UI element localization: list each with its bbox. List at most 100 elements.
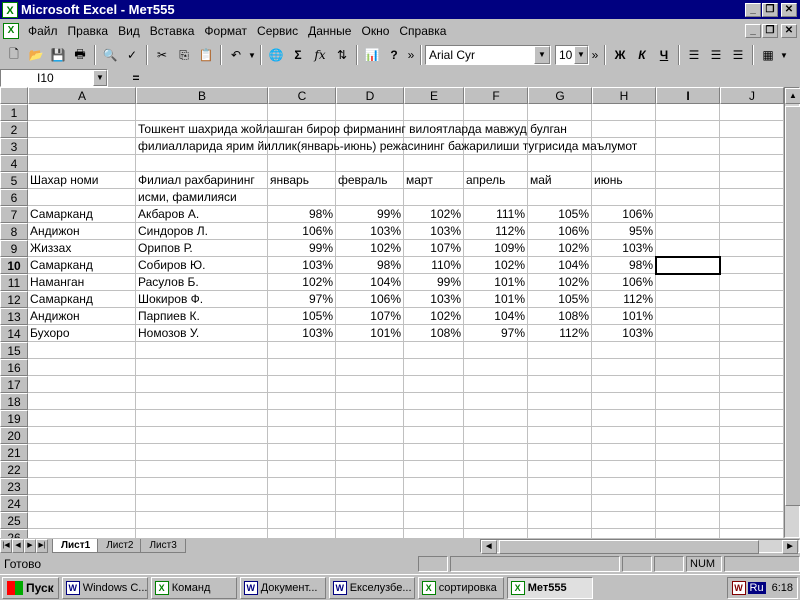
empty-cell[interactable] — [656, 121, 720, 138]
task-komand[interactable]: X Команд — [150, 576, 237, 599]
empty-cell[interactable] — [656, 444, 720, 461]
row-header-12[interactable]: 12 — [0, 291, 28, 308]
header-month[interactable]: май — [528, 172, 592, 189]
empty-cell[interactable] — [528, 529, 592, 538]
row-header-8[interactable]: 8 — [0, 223, 28, 240]
empty-cell[interactable] — [336, 478, 404, 495]
formula-input[interactable] — [164, 68, 800, 87]
empty-cell[interactable] — [656, 410, 720, 427]
empty-cell[interactable] — [28, 376, 136, 393]
empty-cell[interactable] — [656, 206, 720, 223]
header-month[interactable]: март — [404, 172, 464, 189]
empty-cell[interactable] — [336, 393, 404, 410]
empty-cell[interactable] — [720, 172, 784, 189]
row-header-25[interactable]: 25 — [0, 512, 28, 529]
empty-cell[interactable] — [336, 342, 404, 359]
task-document[interactable]: W Документ... — [239, 576, 326, 599]
empty-cell[interactable] — [592, 444, 656, 461]
empty-cell[interactable] — [464, 342, 528, 359]
row-header-7[interactable]: 7 — [0, 206, 28, 223]
empty-cell[interactable] — [336, 104, 404, 121]
header-manager-line-2[interactable]: исми, фамилияси — [136, 189, 268, 206]
empty-cell[interactable] — [592, 512, 656, 529]
empty-cell[interactable] — [268, 359, 336, 376]
manager-name-cell[interactable]: Расулов Б. — [136, 274, 268, 291]
menu-insert[interactable]: Вставка — [145, 24, 200, 38]
percent-cell[interactable]: 102% — [528, 240, 592, 257]
empty-cell[interactable] — [404, 359, 464, 376]
menu-edit[interactable]: Правка — [63, 24, 114, 38]
row-header-4[interactable]: 4 — [0, 155, 28, 172]
empty-cell[interactable] — [528, 427, 592, 444]
empty-cell[interactable] — [656, 274, 720, 291]
print-icon[interactable]: 🖶 — [69, 44, 91, 66]
column-header-b[interactable]: B — [136, 87, 268, 104]
empty-cell[interactable] — [28, 393, 136, 410]
row-header-21[interactable]: 21 — [0, 444, 28, 461]
empty-cell[interactable] — [592, 478, 656, 495]
empty-cell[interactable] — [720, 308, 784, 325]
percent-cell[interactable]: 102% — [404, 206, 464, 223]
row-header-15[interactable]: 15 — [0, 342, 28, 359]
city-cell[interactable]: Наманган — [28, 274, 136, 291]
more-buttons-icon[interactable]: » — [405, 44, 417, 66]
empty-cell[interactable] — [528, 155, 592, 172]
empty-cell[interactable] — [592, 376, 656, 393]
empty-cell[interactable] — [464, 529, 528, 538]
percent-cell[interactable]: 107% — [336, 308, 404, 325]
empty-cell[interactable] — [28, 359, 136, 376]
web-icon[interactable]: 🌐 — [265, 44, 287, 66]
empty-cell[interactable] — [656, 325, 720, 342]
empty-cell[interactable] — [528, 410, 592, 427]
percent-cell[interactable]: 110% — [404, 257, 464, 274]
empty-cell[interactable] — [592, 342, 656, 359]
empty-cell[interactable] — [404, 342, 464, 359]
percent-cell[interactable]: 106% — [268, 223, 336, 240]
horizontal-scrollbar[interactable]: ◀ ▶ — [479, 539, 800, 554]
percent-cell[interactable]: 101% — [464, 291, 528, 308]
formula-equals-sign[interactable]: = — [108, 71, 164, 85]
empty-cell[interactable] — [404, 495, 464, 512]
empty-cell[interactable] — [592, 189, 656, 206]
percent-cell[interactable]: 106% — [592, 206, 656, 223]
empty-cell[interactable] — [404, 393, 464, 410]
scroll-up-icon[interactable]: ▲ — [785, 88, 800, 104]
header-month[interactable]: апрель — [464, 172, 528, 189]
empty-cell[interactable] — [268, 342, 336, 359]
empty-cell[interactable] — [336, 529, 404, 538]
prev-sheet-icon[interactable]: ◀ — [12, 539, 24, 553]
empty-cell[interactable] — [136, 342, 268, 359]
column-header-i[interactable]: I — [656, 87, 720, 104]
clock[interactable]: 6:18 — [772, 582, 793, 594]
empty-cell[interactable] — [464, 376, 528, 393]
empty-cell[interactable] — [404, 478, 464, 495]
percent-cell[interactable]: 112% — [464, 223, 528, 240]
vertical-scrollbar[interactable]: ▲ — [784, 87, 800, 538]
empty-cell[interactable] — [464, 393, 528, 410]
row-header-10[interactable]: 10 — [0, 257, 28, 274]
empty-cell[interactable] — [720, 359, 784, 376]
empty-cell[interactable] — [28, 138, 136, 155]
empty-cell[interactable] — [404, 444, 464, 461]
empty-cell[interactable] — [28, 189, 136, 206]
row-header-13[interactable]: 13 — [0, 308, 28, 325]
chevron-down-icon[interactable]: ▼ — [534, 46, 550, 64]
row-header-24[interactable]: 24 — [0, 495, 28, 512]
row-header-11[interactable]: 11 — [0, 274, 28, 291]
manager-name-cell[interactable]: Синдоров Л. — [136, 223, 268, 240]
percent-cell[interactable]: 103% — [404, 223, 464, 240]
language-indicator[interactable]: Ru — [747, 581, 766, 594]
empty-cell[interactable] — [404, 512, 464, 529]
empty-cell[interactable] — [592, 155, 656, 172]
percent-cell[interactable]: 98% — [268, 206, 336, 223]
name-box[interactable]: I10 ▼ — [0, 68, 108, 87]
column-header-e[interactable]: E — [404, 87, 464, 104]
empty-cell[interactable] — [528, 495, 592, 512]
empty-cell[interactable] — [464, 461, 528, 478]
empty-cell[interactable] — [136, 461, 268, 478]
first-sheet-icon[interactable]: |◀ — [0, 539, 12, 553]
percent-cell[interactable]: 112% — [528, 325, 592, 342]
empty-cell[interactable] — [720, 427, 784, 444]
spelling-icon[interactable]: ✓ — [121, 44, 143, 66]
empty-cell[interactable] — [592, 427, 656, 444]
